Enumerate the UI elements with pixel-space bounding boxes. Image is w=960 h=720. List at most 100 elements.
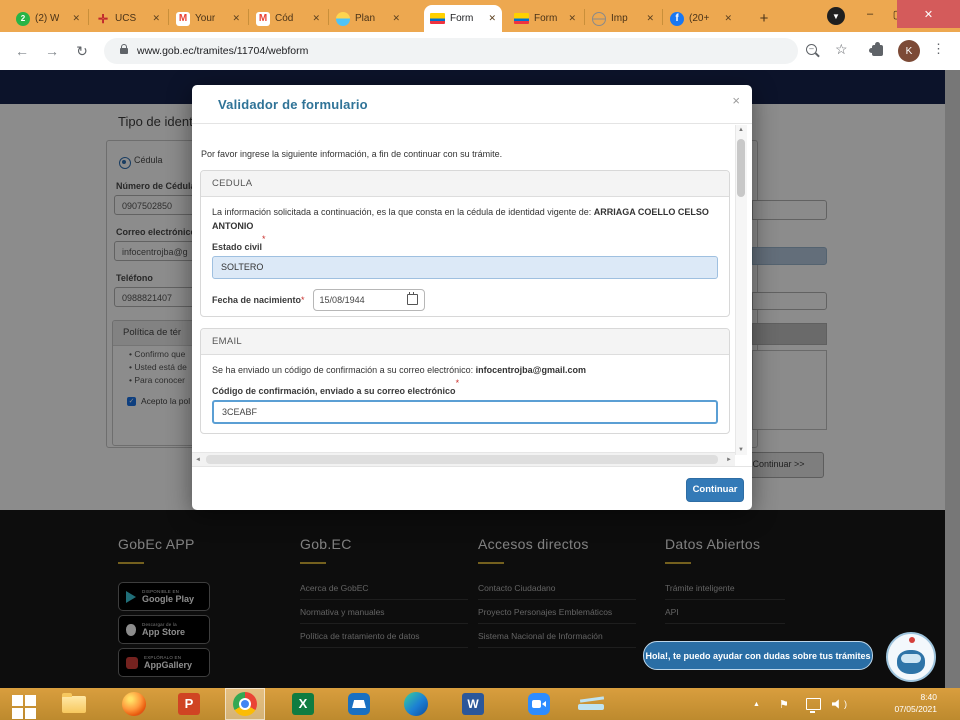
- vertical-scroll-thumb[interactable]: [737, 139, 745, 197]
- email-fieldset-body: Se ha enviado un código de confirmación …: [201, 364, 729, 424]
- info-prefix: La información solicitada a continuación…: [212, 207, 594, 217]
- tab-ucsg[interactable]: ✛ UCS ✕: [90, 5, 166, 32]
- forward-icon[interactable]: →: [40, 32, 64, 70]
- word-icon[interactable]: W: [462, 692, 486, 716]
- cedula-info-text: La información solicitada a continuación…: [212, 206, 718, 234]
- chrome-icon[interactable]: [233, 692, 257, 716]
- fecha-nacimiento-input[interactable]: 15/08/1944: [313, 289, 425, 311]
- confirmation-email: infocentrojba@gmail.com: [476, 365, 586, 375]
- codigo-label: Código de confirmación, enviado a su cor…: [212, 386, 456, 396]
- tab-close-icon[interactable]: ✕: [232, 13, 240, 24]
- tab-label: Plan: [355, 13, 375, 24]
- tab-label: UCS: [115, 13, 136, 24]
- validator-modal: Validador de formulario × Por favor ingr…: [192, 85, 752, 510]
- tab-label: Your: [195, 13, 215, 24]
- screen: 2 (2) W ✕ ✛ UCS ✕ M Your ✕ M Cód ✕ Plan …: [0, 0, 960, 720]
- zoom-out-icon[interactable]: –: [806, 44, 817, 55]
- tab-close-icon[interactable]: ✕: [724, 13, 732, 24]
- tab-close-icon[interactable]: ✕: [312, 13, 320, 24]
- chatbot-message-bubble[interactable]: Hola!, te puedo ayudar con dudas sobre t…: [643, 641, 873, 670]
- profile-avatar[interactable]: K: [898, 40, 920, 62]
- firefox-icon[interactable]: [122, 692, 146, 716]
- flag-glyph: ⚑: [779, 698, 789, 711]
- close-window-button[interactable]: ✕: [897, 0, 960, 28]
- gmail-icon: M: [176, 12, 190, 26]
- required-mark: *: [301, 295, 305, 305]
- extensions-icon[interactable]: [872, 45, 883, 56]
- planner-icon: [336, 12, 350, 26]
- start-button[interactable]: [12, 695, 36, 719]
- minimize-button[interactable]: –: [856, 0, 884, 28]
- tab-facebook[interactable]: f (20+ ✕: [664, 5, 738, 32]
- email-fieldset-header: EMAIL: [201, 329, 729, 355]
- modal-footer: Continuar: [192, 466, 752, 511]
- globe-icon: [592, 12, 606, 26]
- tab-close-icon[interactable]: ✕: [646, 13, 654, 24]
- modal-intro-text: Por favor ingrese la siguiente informaci…: [201, 149, 502, 159]
- tab-imp[interactable]: Imp ✕: [586, 5, 660, 32]
- browser-toolbar: ← → ↻ www.gob.ec/tramites/11704/webform …: [0, 32, 960, 70]
- tab-close-icon[interactable]: ✕: [152, 13, 160, 24]
- clock-time: 8:40: [894, 691, 937, 703]
- reload-icon[interactable]: ↻: [70, 32, 94, 70]
- tab-label: (2) W: [35, 13, 59, 24]
- continuar-button[interactable]: Continuar: [686, 478, 744, 502]
- scroll-left-icon[interactable]: ◄: [195, 457, 201, 463]
- required-mark: *: [456, 378, 460, 388]
- network-icon[interactable]: [806, 688, 821, 720]
- speaker-glyph: [832, 699, 843, 710]
- windows-taskbar: P X W ▲ ⚑ ✕ ) 8:40 07/05/2021: [0, 688, 960, 720]
- back-icon[interactable]: ←: [10, 32, 34, 70]
- scan-app-icon[interactable]: [348, 692, 372, 716]
- tab-gmail-1[interactable]: M Your ✕: [170, 5, 246, 32]
- address-bar[interactable]: www.gob.ec/tramites/11704/webform: [104, 38, 798, 64]
- tab-form-2[interactable]: Form ✕: [508, 5, 582, 32]
- gmail-icon: M: [256, 12, 270, 26]
- horizontal-scroll-thumb[interactable]: [206, 455, 718, 464]
- tab-close-icon[interactable]: ✕: [488, 13, 496, 24]
- scroll-up-icon[interactable]: ▲: [738, 127, 744, 133]
- bookmark-star-icon[interactable]: ☆: [835, 41, 848, 58]
- powerpoint-icon[interactable]: P: [178, 692, 202, 716]
- tab-separator: [328, 9, 329, 25]
- tab-separator: [248, 9, 249, 25]
- tab-gmail-2[interactable]: M Cód ✕: [250, 5, 326, 32]
- tab-close-icon[interactable]: ✕: [72, 13, 80, 24]
- zoom-app-icon[interactable]: [528, 692, 552, 716]
- estado-civil-input[interactable]: SOLTERO: [212, 256, 718, 279]
- calendar-icon[interactable]: [407, 294, 418, 305]
- tab-close-icon[interactable]: ✕: [568, 13, 576, 24]
- fecha-nacimiento-row: Fecha de nacimiento* 15/08/1944: [212, 289, 729, 311]
- lock-icon: [120, 48, 128, 54]
- edge-icon[interactable]: [404, 692, 428, 716]
- tab-separator: [662, 9, 663, 25]
- tab-label: Form: [534, 13, 557, 24]
- tab-label: Cód: [275, 13, 293, 24]
- scroll-down-icon[interactable]: ▼: [738, 447, 744, 453]
- windows-logo-icon: [12, 695, 36, 719]
- tab-form-active[interactable]: Form ✕: [424, 5, 502, 32]
- tab-close-icon[interactable]: ✕: [392, 13, 400, 24]
- tab-planner[interactable]: Plan ✕: [330, 5, 406, 32]
- media-controls-button[interactable]: ▼: [827, 7, 845, 25]
- tab-whatsapp[interactable]: 2 (2) W ✕: [10, 5, 86, 32]
- scroll-right-icon[interactable]: ►: [726, 457, 732, 463]
- file-explorer-icon[interactable]: [62, 692, 86, 716]
- codigo-confirmacion-input[interactable]: 3CEABF: [212, 400, 718, 424]
- scanner-icon[interactable]: [578, 692, 608, 716]
- speaker-wave: ): [844, 699, 847, 709]
- chatbot-robot-avatar[interactable]: [886, 632, 936, 682]
- taskbar-clock[interactable]: 8:40 07/05/2021: [894, 691, 937, 716]
- modal-close-icon[interactable]: ×: [732, 93, 740, 108]
- speaker-icon[interactable]: ): [832, 688, 847, 720]
- modal-vertical-scrollbar[interactable]: ▲ ▼: [735, 125, 747, 455]
- fecha-value: 15/08/1944: [320, 295, 365, 305]
- cedula-fieldset: CEDULA La información solicitada a conti…: [200, 170, 730, 317]
- new-tab-button[interactable]: +: [752, 6, 776, 30]
- browser-menu-icon[interactable]: ⋮: [932, 41, 945, 57]
- excel-icon[interactable]: X: [292, 692, 316, 716]
- url-text[interactable]: www.gob.ec/tramites/11704/webform: [137, 45, 308, 57]
- modal-horizontal-scrollbar[interactable]: ◄ ►: [192, 452, 735, 467]
- email-info-text: Se ha enviado un código de confirmación …: [212, 364, 718, 378]
- tray-chevron-icon[interactable]: ▲: [753, 688, 760, 720]
